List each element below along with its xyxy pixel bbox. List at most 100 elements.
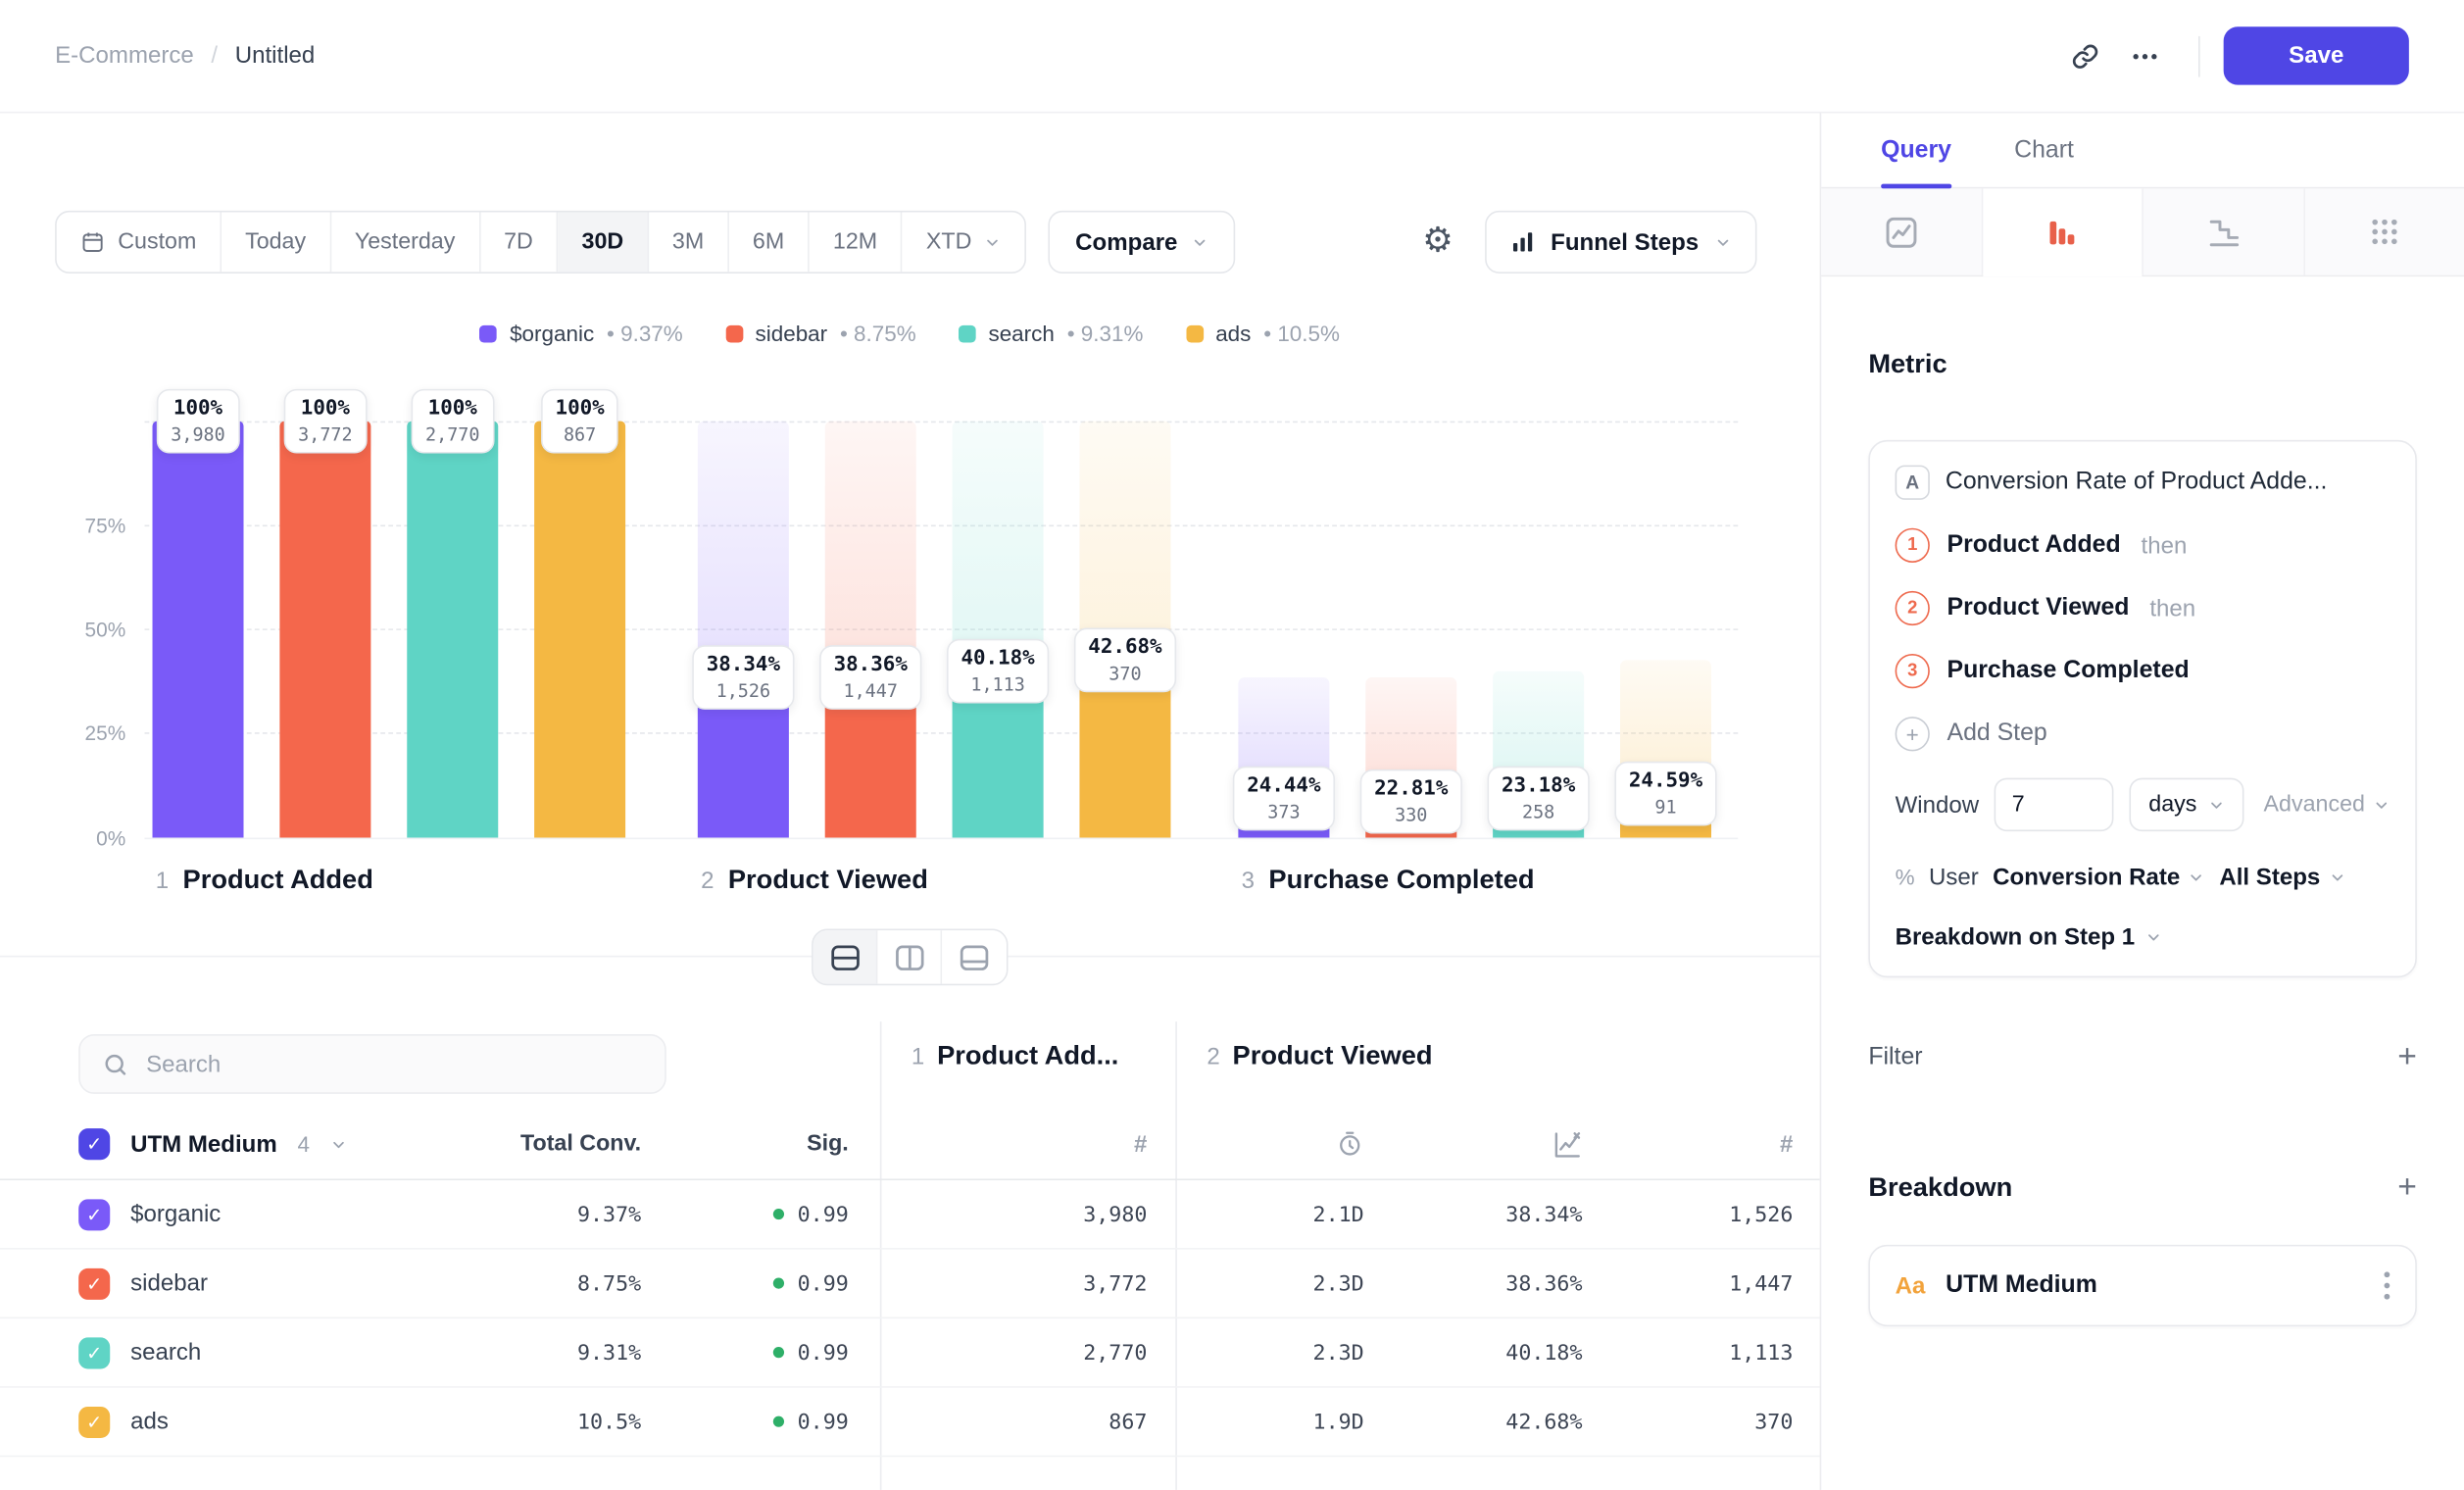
tab-query[interactable]: Query (1881, 113, 1951, 186)
row-checkbox[interactable]: ✓ (78, 1406, 110, 1437)
total-conversion-cell: 9.31% (487, 1318, 641, 1386)
funnel-step-axis-label: 1Product Added (156, 865, 373, 896)
table-row[interactable]: ✓ads10.5%0.998671.9D42.68%370 (0, 1388, 1820, 1458)
chevron-down-icon (2208, 796, 2226, 814)
gridline-100 (145, 422, 1739, 423)
step2-conversion-cell: 40.18% (1364, 1318, 1583, 1386)
metric-card[interactable]: A Conversion Rate of Product Adde... 1Pr… (1868, 440, 2417, 977)
total-conversion-cell: 10.5% (487, 1388, 641, 1456)
link-icon (2070, 40, 2101, 72)
chart-type-line-tab[interactable] (1821, 188, 1982, 274)
gridline-0 (145, 838, 1739, 840)
search-icon (102, 1051, 128, 1077)
bar-value-label: 100%2,770 (412, 389, 494, 454)
metric-step[interactable]: 1Product Addedthen (1896, 526, 2390, 564)
search-input[interactable] (146, 1051, 643, 1077)
bar-value-label: 38.36%1,447 (819, 646, 921, 711)
top-bar: E-Commerce / Untitled Save (0, 0, 2464, 113)
table-header-row: ✓ UTM Medium 4 Total Conv. Sig. # # (0, 1110, 1820, 1180)
funnel-analysis-app: E-Commerce / Untitled Save CustomTodayYe… (0, 0, 2464, 1490)
step-number-badge: 3 (1896, 654, 1930, 688)
measure-metric-select[interactable]: Conversion Rate (1993, 864, 2205, 890)
measure-entity[interactable]: User (1929, 864, 1979, 890)
add-filter-button[interactable]: + (2397, 1040, 2417, 1073)
measure-scope-select[interactable]: All Steps (2219, 864, 2345, 890)
breadcrumb-page-title[interactable]: Untitled (235, 42, 316, 69)
bar-value-label: 42.68%370 (1074, 627, 1176, 692)
kebab-menu-icon[interactable] (2384, 1271, 2390, 1300)
row-checkbox[interactable]: ✓ (78, 1337, 110, 1368)
table-row[interactable]: ✓$organic9.37%0.993,9802.1D38.34%1,526 (0, 1180, 1820, 1250)
step2-conversion-cell: 42.68% (1364, 1388, 1583, 1456)
select-all-checkbox[interactable]: ✓ (78, 1128, 110, 1160)
breakdown-item[interactable]: Aa UTM Medium (1868, 1245, 2417, 1326)
layout-toggle-group (812, 929, 1008, 986)
chart-type-retention-tab[interactable] (2144, 188, 2304, 274)
row-checkbox[interactable]: ✓ (78, 1199, 110, 1230)
funnel-bar[interactable] (153, 422, 244, 838)
significance-cell: 0.99 (641, 1180, 849, 1248)
metric-title-row[interactable]: A Conversion Rate of Product Adde... (1896, 464, 2390, 501)
funnel-bar[interactable] (534, 422, 625, 838)
chart-type-funnel-tab[interactable] (1983, 188, 2144, 274)
gridline-75 (145, 525, 1739, 527)
bar-value-label: 38.34%1,526 (692, 646, 794, 711)
row-checkbox[interactable]: ✓ (78, 1267, 110, 1299)
filter-section: Filter + (1868, 1040, 2417, 1073)
chevron-down-icon (2373, 796, 2390, 814)
window-value-input[interactable] (1995, 778, 2114, 832)
step2-time-cell: 2.3D (1207, 1250, 1363, 1317)
more-options-button[interactable] (2115, 25, 2175, 85)
save-button[interactable]: Save (2224, 26, 2409, 84)
step2-count-cell: 1,526 (1583, 1180, 1794, 1248)
measure-row: % User Conversion Rate All Steps (1896, 860, 2390, 894)
step1-count-cell: 3,772 (912, 1250, 1147, 1317)
sidebar-tabs: Query Chart (1821, 113, 2464, 188)
hash-icon[interactable]: # (1134, 1131, 1147, 1158)
breakdown-column-header[interactable]: UTM Medium (130, 1131, 277, 1158)
funnel-bar[interactable] (407, 422, 498, 838)
significance-header[interactable]: Sig. (641, 1110, 849, 1179)
stopwatch-icon[interactable] (1336, 1130, 1364, 1159)
window-unit-select[interactable]: days (2130, 778, 2243, 832)
metric-steps: 1Product Addedthen 2Product Viewedthen 3Pu… (1896, 526, 2390, 690)
ellipsis-icon (2129, 40, 2160, 72)
chart-type-grid-tab[interactable] (2304, 188, 2464, 274)
panel-bottom-icon (960, 944, 989, 970)
add-breakdown-button[interactable]: + (2397, 1170, 2417, 1204)
table-row[interactable]: ✓sidebar8.75%0.993,7722.3D38.36%1,447 (0, 1250, 1820, 1319)
step1-count-cell: 2,770 (912, 1318, 1147, 1386)
tab-chart[interactable]: Chart (2014, 113, 2074, 186)
y-axis-tick: 0% (57, 826, 126, 850)
percent-icon: % (1896, 865, 1915, 890)
table-group-header-step1: 1 Product Add... (912, 1040, 1118, 1071)
plus-circle-icon: + (1896, 717, 1930, 751)
metric-step[interactable]: 2Product Viewedthen (1896, 589, 2390, 626)
layout-panel-bottom-button[interactable] (942, 930, 1007, 984)
row-label: sidebar (130, 1269, 208, 1296)
filter-heading: Filter (1868, 1043, 1922, 1071)
breadcrumb-section[interactable]: E-Commerce (55, 42, 194, 69)
step1-count-cell: 3,980 (912, 1180, 1147, 1248)
metric-step[interactable]: 3Purchase Completed (1896, 652, 2390, 689)
query-panel-content: Metric A Conversion Rate of Product Adde… (1821, 276, 2464, 1490)
funnel-step-axis-label: 3Purchase Completed (1242, 865, 1535, 896)
breakdown-on-step-select[interactable]: Breakdown on Step 1 (1896, 919, 2390, 954)
total-conversion-header[interactable]: Total Conv. (487, 1110, 641, 1179)
search-box (78, 1034, 666, 1094)
share-link-button[interactable] (2055, 25, 2115, 85)
table-row[interactable]: ✓search9.31%0.992,7702.3D40.18%1,113 (0, 1318, 1820, 1388)
add-step-button[interactable]: + Add Step (1896, 716, 2390, 753)
layout-split-vertical-button[interactable] (877, 930, 942, 984)
bar-value-label: 22.81%330 (1360, 770, 1462, 834)
conversion-trend-icon[interactable] (1552, 1129, 1582, 1159)
significance-dot (774, 1209, 785, 1219)
step-number-badge: 1 (1896, 528, 1930, 563)
layout-split-horizontal-button[interactable] (813, 930, 878, 984)
hash-icon[interactable]: # (1780, 1131, 1793, 1158)
advanced-toggle[interactable]: Advanced (2264, 792, 2390, 818)
y-axis-tick: 50% (57, 618, 126, 641)
significance-dot (774, 1416, 785, 1427)
step2-count-cell: 370 (1583, 1388, 1794, 1456)
funnel-bar[interactable] (279, 422, 370, 838)
